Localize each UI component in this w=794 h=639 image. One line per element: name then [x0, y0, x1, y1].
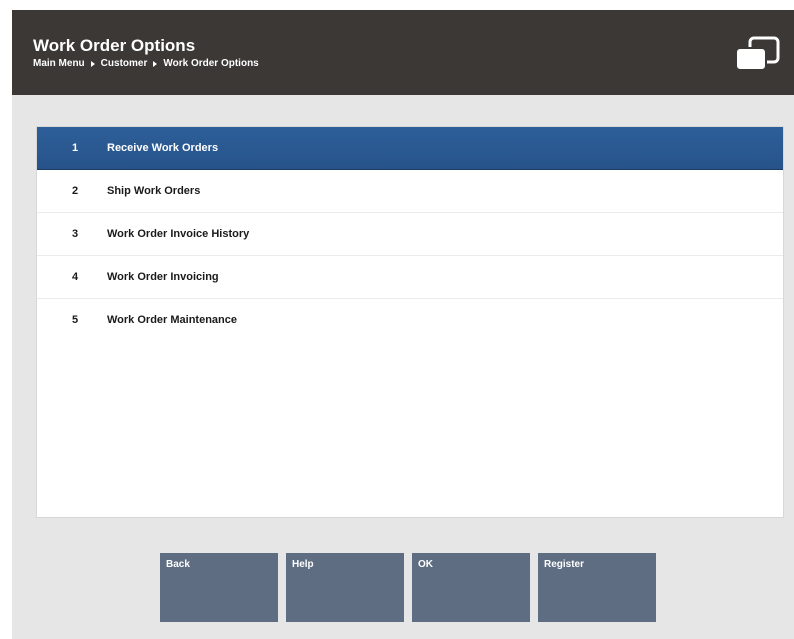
menu-item-work-order-invoicing[interactable]: 4 Work Order Invoicing: [37, 256, 783, 299]
menu-item-number: 5: [71, 314, 79, 326]
page-title: Work Order Options: [33, 36, 196, 55]
menu-list: 1 Receive Work Orders 2 Ship Work Orders…: [36, 126, 784, 518]
menu-item-ship-work-orders[interactable]: 2 Ship Work Orders: [37, 170, 783, 213]
menu-item-label: Ship Work Orders: [107, 185, 201, 197]
breadcrumb: Main Menu Customer Work Order Options: [33, 58, 259, 70]
menu-item-work-order-maintenance[interactable]: 5 Work Order Maintenance: [37, 299, 783, 342]
app-window: Work Order Options Main Menu Customer Wo…: [12, 10, 794, 639]
back-button-label: Back: [166, 559, 190, 570]
register-button-label: Register: [544, 559, 585, 570]
windows-icon[interactable]: [734, 36, 782, 72]
menu-item-number: 1: [71, 142, 79, 154]
register-button[interactable]: Register: [538, 553, 656, 622]
help-button[interactable]: Help: [286, 553, 404, 622]
menu-item-number: 4: [71, 271, 79, 283]
breadcrumb-item-work-order-options: Work Order Options: [163, 58, 259, 69]
menu-item-work-order-invoice-history[interactable]: 3 Work Order Invoice History: [37, 213, 783, 256]
header-bar: Work Order Options Main Menu Customer Wo…: [12, 10, 794, 95]
help-button-label: Help: [292, 559, 314, 570]
ok-button[interactable]: OK: [412, 553, 530, 622]
ok-button-label: OK: [418, 559, 433, 570]
breadcrumb-separator-icon: [153, 61, 158, 67]
menu-item-label: Work Order Invoice History: [107, 228, 250, 240]
back-button[interactable]: Back: [160, 553, 278, 622]
breadcrumb-item-main-menu: Main Menu: [33, 58, 85, 69]
menu-item-receive-work-orders[interactable]: 1 Receive Work Orders: [37, 127, 783, 170]
menu-item-label: Receive Work Orders: [107, 142, 219, 154]
menu-item-label: Work Order Invoicing: [107, 271, 219, 283]
menu-item-number: 3: [71, 228, 79, 240]
menu-item-label: Work Order Maintenance: [107, 314, 237, 326]
menu-item-number: 2: [71, 185, 79, 197]
breadcrumb-item-customer: Customer: [100, 58, 148, 69]
breadcrumb-separator-icon: [90, 61, 95, 67]
